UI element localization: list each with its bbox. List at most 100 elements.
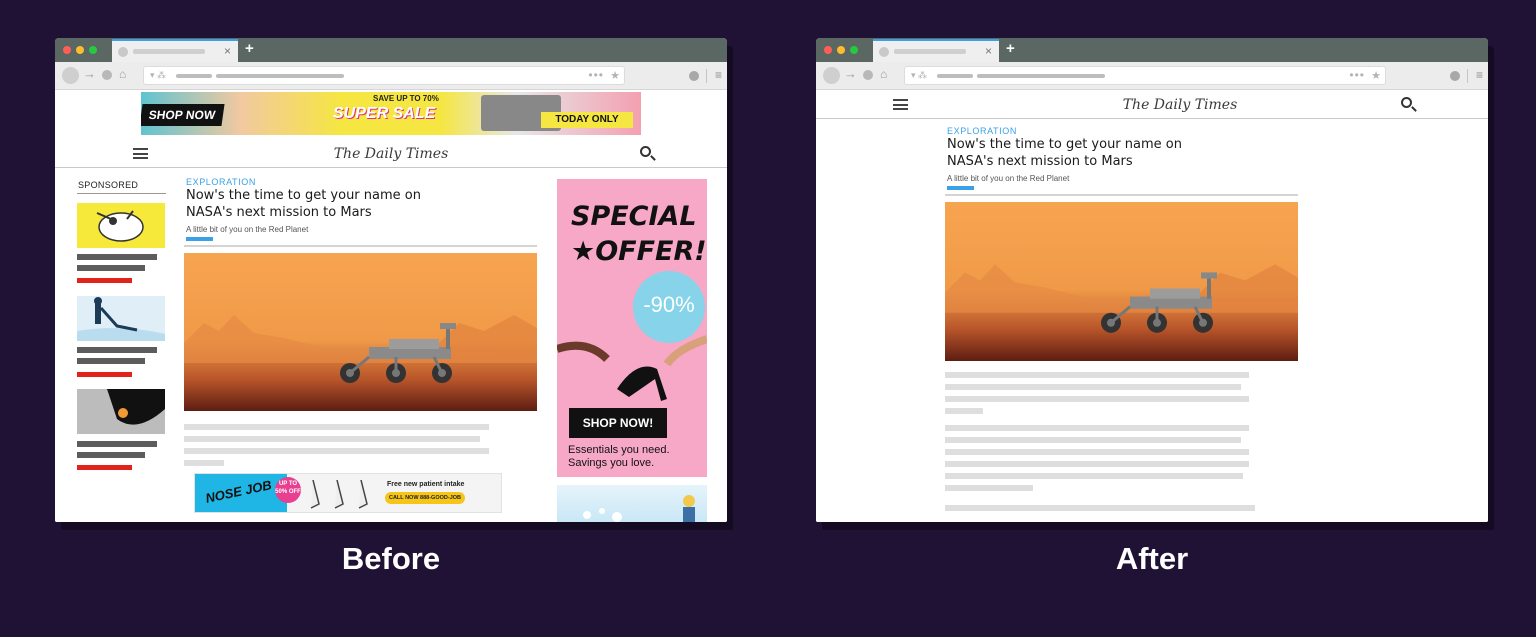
after-page: The Daily Times EXPLORATION Now's the ti… — [816, 91, 1488, 522]
offer-badge: UP TO 50% OFF — [275, 477, 301, 503]
before-caption: Before — [341, 541, 441, 576]
maximize-window-dot[interactable] — [89, 46, 97, 54]
profile-icon[interactable] — [1450, 71, 1460, 81]
placeholder-text-line — [945, 449, 1249, 455]
browser-menu-icon[interactable]: ≡ — [715, 68, 722, 82]
tab-close-icon[interactable]: × — [985, 44, 992, 58]
sponsored-source-line — [77, 372, 132, 377]
discount-text: -90% — [643, 292, 695, 317]
close-window-dot[interactable] — [824, 46, 832, 54]
side-shop-now-button[interactable]: SHOP NOW! — [569, 408, 667, 438]
side-special-offer-ad[interactable]: SPECIAL ★OFFER! -90% SHOP NOW! Essential… — [557, 179, 707, 477]
sponsored-headline-line — [77, 254, 157, 260]
placeholder-text-line — [184, 460, 224, 466]
back-icon[interactable] — [823, 67, 840, 84]
url-input[interactable]: ▾ ⁂ ••• ★ — [143, 66, 625, 85]
close-window-dot[interactable] — [63, 46, 71, 54]
article-subtitle: A little bit of you on the Red Planet — [947, 174, 1070, 183]
tab-title-placeholder — [133, 49, 205, 54]
banner-save-up: SAVE UP TO 70% — [373, 94, 439, 103]
before-page: SHOP NOW SAVE UP TO 70% SUPER SALE TODAY… — [55, 91, 727, 522]
site-header: The Daily Times — [55, 140, 727, 168]
side-tagline-1: Essentials you need. — [568, 444, 670, 456]
url-security-icon: ▾ ⁂ — [911, 70, 928, 80]
home-icon[interactable]: ⌂ — [119, 66, 126, 82]
favicon-icon — [118, 47, 128, 57]
url-placeholder-domain — [176, 74, 212, 78]
browser-menu-icon[interactable]: ≡ — [1476, 68, 1483, 82]
placeholder-text-line — [945, 461, 1249, 467]
browser-tab[interactable]: × — [873, 39, 999, 62]
new-tab-icon[interactable]: + — [245, 41, 254, 57]
favicon-icon — [879, 47, 889, 57]
banner-today-only: TODAY ONLY — [541, 112, 633, 128]
sponsored-headline-line — [77, 265, 145, 271]
maximize-window-dot[interactable] — [850, 46, 858, 54]
intake-text: Free new patient intake — [387, 481, 465, 488]
article-title[interactable]: Now's the time to get your name on NASA'… — [186, 187, 456, 221]
bookmark-star-icon[interactable]: ★ — [1371, 68, 1381, 84]
url-more-icon[interactable]: ••• — [588, 67, 604, 83]
forward-icon[interactable]: → — [844, 66, 857, 82]
bookmark-star-icon[interactable]: ★ — [610, 68, 620, 84]
back-icon[interactable] — [62, 67, 79, 84]
special-offer-text: SPECIAL ★OFFER! — [571, 201, 707, 267]
url-more-icon[interactable]: ••• — [1349, 67, 1365, 83]
minimize-window-dot[interactable] — [837, 46, 845, 54]
sponsored-source-line — [77, 465, 132, 470]
sponsored-thumb-3[interactable] — [77, 389, 165, 434]
placeholder-text-line — [945, 473, 1243, 479]
site-header: The Daily Times — [816, 91, 1488, 119]
nose-job-tag: NOSE JOB — [195, 474, 287, 512]
sponsored-divider — [77, 193, 166, 194]
article-accent-bar — [947, 186, 974, 190]
address-bar: → ⌂ ▾ ⁂ ••• ★ ≡ — [55, 62, 727, 90]
sponsored-thumb-2[interactable] — [77, 296, 165, 341]
banner-shop-now[interactable]: SHOP NOW — [141, 104, 225, 126]
hamburger-menu-icon[interactable] — [893, 99, 908, 110]
tab-title-placeholder — [894, 49, 966, 54]
sponsored-thumb-1[interactable] — [77, 203, 165, 248]
mars-rover-hero-image[interactable] — [945, 202, 1298, 361]
minimize-window-dot[interactable] — [76, 46, 84, 54]
article-title[interactable]: Now's the time to get your name on NASA'… — [947, 136, 1217, 170]
address-bar: → ⌂ ▾ ⁂ ••• ★ ≡ — [816, 62, 1488, 90]
sponsored-headline-line — [77, 441, 157, 447]
url-input[interactable]: ▾ ⁂ ••• ★ — [904, 66, 1386, 85]
article-accent-bar — [186, 237, 213, 241]
before-browser-window: × + → ⌂ ▾ ⁂ ••• ★ ≡ SHOP NOW SAVE UP TO … — [55, 38, 727, 522]
forward-icon[interactable]: → — [83, 66, 96, 82]
top-banner-ad[interactable]: SHOP NOW SAVE UP TO 70% SUPER SALE TODAY… — [141, 92, 641, 135]
url-placeholder-path — [216, 74, 344, 78]
sponsored-label: SPONSORED — [78, 180, 139, 190]
url-placeholder-path — [977, 74, 1105, 78]
placeholder-text-line — [945, 396, 1249, 402]
browser-tab[interactable]: × — [112, 39, 238, 62]
after-browser-window: × + → ⌂ ▾ ⁂ ••• ★ ≡ The Daily Times EXPL… — [816, 38, 1488, 522]
placeholder-text-line — [945, 505, 1255, 511]
search-icon[interactable] — [640, 146, 651, 157]
profile-icon[interactable] — [689, 71, 699, 81]
call-now-button[interactable]: CALL NOW 888-GOOD-JOB — [385, 492, 465, 504]
bottom-banner-ad[interactable]: NOSE JOB UP TO 50% OFF Free new patient … — [194, 473, 502, 513]
sponsored-headline-line — [77, 452, 145, 458]
new-tab-icon[interactable]: + — [1006, 41, 1015, 57]
hamburger-menu-icon[interactable] — [133, 148, 148, 159]
placeholder-text-line — [945, 372, 1249, 378]
side-tagline-2: Savings you love. — [568, 457, 655, 469]
placeholder-text-line — [184, 424, 489, 430]
tab-close-icon[interactable]: × — [224, 44, 231, 58]
reload-icon[interactable] — [102, 70, 112, 80]
nose-job-text: NOSE JOB — [204, 477, 273, 506]
placeholder-text-line — [945, 384, 1241, 390]
mars-rover-hero-image[interactable] — [184, 253, 537, 411]
site-title[interactable]: The Daily Times — [1030, 96, 1330, 114]
reload-icon[interactable] — [863, 70, 873, 80]
sponsored-headline-line — [77, 347, 157, 353]
home-icon[interactable]: ⌂ — [880, 66, 887, 82]
placeholder-text-line — [945, 437, 1241, 443]
side-ad-secondary[interactable] — [557, 485, 707, 522]
site-title[interactable]: The Daily Times — [241, 145, 541, 163]
placeholder-text-line — [184, 436, 480, 442]
search-icon[interactable] — [1401, 97, 1412, 108]
